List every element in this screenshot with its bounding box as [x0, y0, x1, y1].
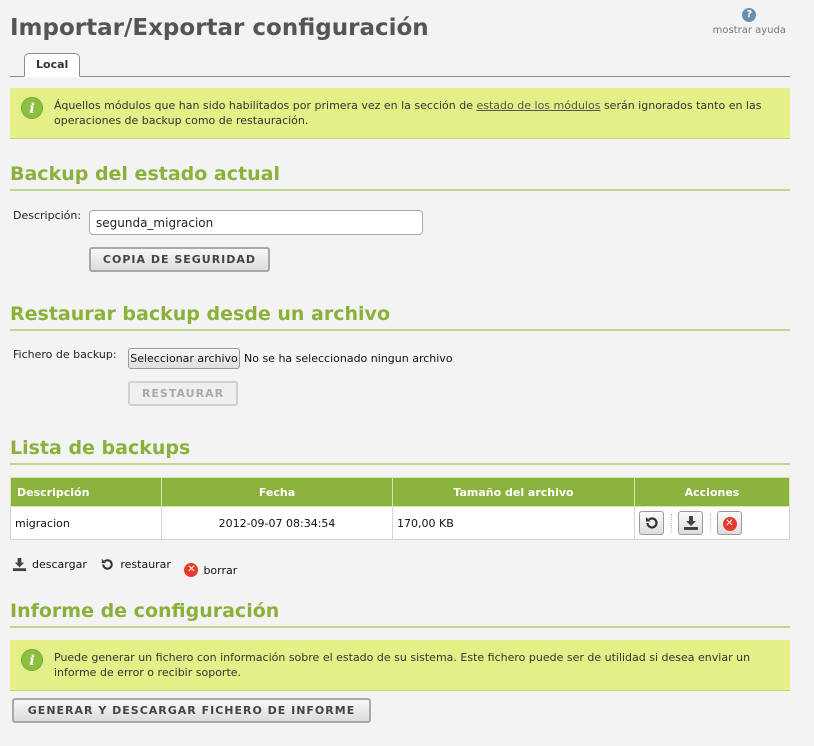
restore-action-button[interactable] [639, 511, 664, 535]
modules-notice: i Áquellos módulos que han sido habilita… [10, 88, 790, 139]
delete-action-button[interactable]: ✕ [717, 511, 742, 535]
legend-restore: restaurar [100, 557, 171, 572]
module-status-link[interactable]: estado de los módulos [477, 99, 601, 112]
column-header-description: Descripción [10, 477, 162, 507]
column-header-size: Tamaño del archivo [392, 477, 635, 507]
backup-file-label: Fichero de backup: [13, 348, 117, 361]
description-label: Descripción: [13, 209, 82, 222]
backup-section-title: Backup del estado actual [10, 163, 790, 191]
cell-size: 170,00 KB [392, 506, 635, 540]
report-section-title: Informe de configuración [10, 600, 790, 628]
file-status: No se ha seleccionado ningun archivo [244, 352, 453, 365]
backup-button[interactable]: COPIA DE SEGURIDAD [89, 247, 270, 272]
backups-table: Descripción Fecha Tamaño del archivo Acc… [10, 477, 790, 540]
cell-actions: ✕ [634, 506, 790, 540]
delete-icon: ✕ [184, 563, 199, 577]
download-action-button[interactable] [678, 511, 703, 535]
cell-description: migracion [10, 506, 162, 540]
notice-text-before: Áquellos módulos que han sido habilitado… [54, 99, 477, 112]
restore-icon [102, 558, 114, 570]
help-icon: ? [742, 8, 757, 22]
delete-icon: ✕ [722, 517, 737, 531]
page-title: Importar/Exportar configuración [10, 15, 429, 41]
help-label: mostrar ayuda [712, 25, 786, 36]
tab-bar: Local [10, 53, 790, 77]
restore-icon [645, 517, 658, 529]
legend-download: descargar [12, 557, 87, 572]
action-separator [710, 514, 711, 532]
report-notice: i Puede generar un fichero con informaci… [10, 640, 790, 691]
restore-button[interactable]: RESTAURAR [128, 381, 238, 406]
description-input[interactable] [89, 210, 423, 235]
download-icon [12, 557, 27, 572]
legend-delete-label: borrar [203, 563, 238, 577]
select-file-button[interactable]: Seleccionar archivo [128, 348, 240, 369]
info-icon: i [21, 649, 43, 671]
legend-download-label: descargar [32, 558, 87, 571]
download-icon [683, 516, 698, 530]
column-header-date: Fecha [161, 477, 393, 507]
report-notice-text: Puede generar un fichero con información… [54, 651, 751, 679]
table-header-row: Descripción Fecha Tamaño del archivo Acc… [10, 477, 790, 507]
generate-report-button[interactable]: GENERAR Y DESCARGAR FICHERO DE INFORME [12, 698, 371, 723]
cell-date: 2012-09-07 08:34:54 [161, 506, 393, 540]
backup-list-title: Lista de backups [10, 437, 790, 465]
tab-local[interactable]: Local [24, 53, 81, 77]
legend-restore-label: restaurar [120, 558, 171, 571]
table-row: migracion 2012-09-07 08:34:54 170,00 KB … [10, 506, 790, 540]
action-separator [671, 514, 672, 532]
help-link[interactable]: ? mostrar ayuda [713, 8, 786, 36]
legend-delete: ✕ borrar [184, 563, 237, 577]
restore-section-title: Restaurar backup desde un archivo [10, 303, 790, 331]
column-header-actions: Acciones [634, 477, 790, 507]
actions-legend: descargar restaurar ✕ borrar [12, 557, 247, 577]
info-icon: i [21, 97, 43, 119]
